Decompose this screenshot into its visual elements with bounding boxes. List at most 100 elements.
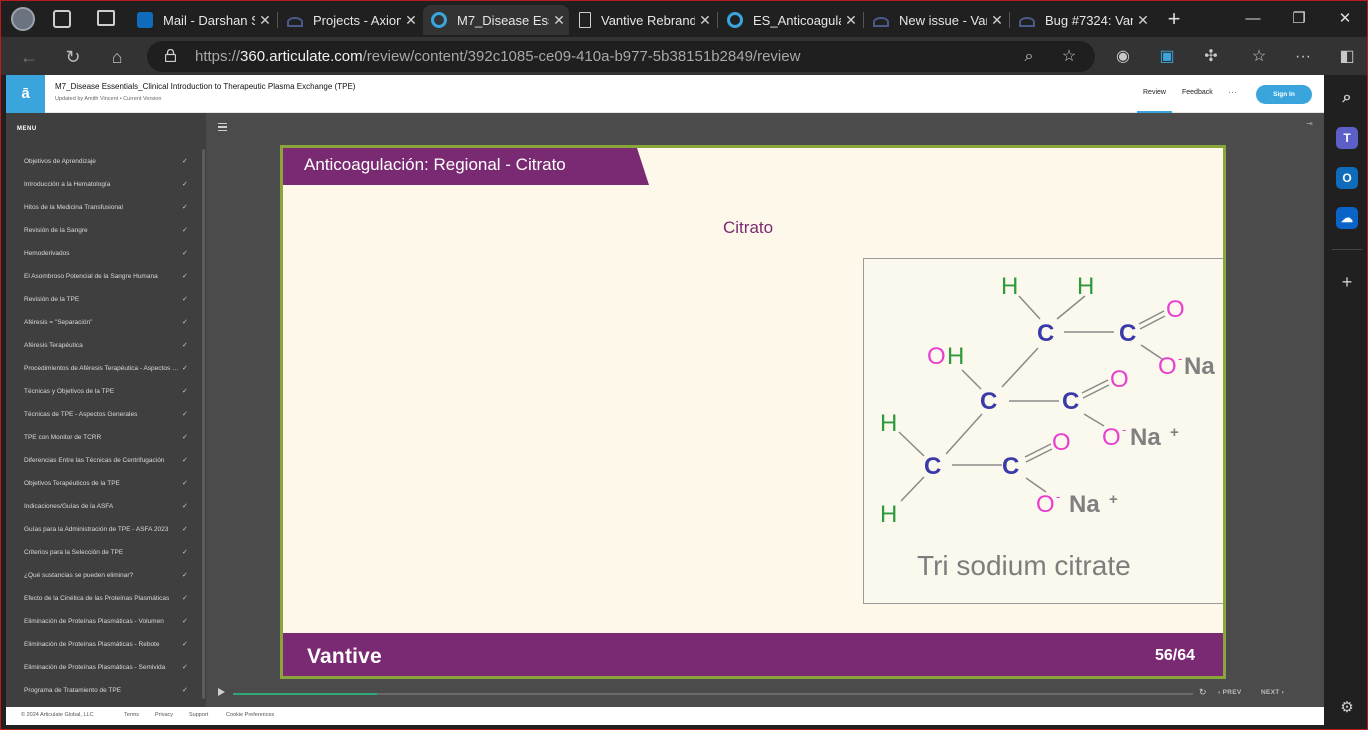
tab-bug-7324[interactable]: Bug #7324: Vant ✕ bbox=[1011, 5, 1153, 35]
menu-item[interactable]: Técnicas de TPE - Aspectos Generales ✓ bbox=[6, 403, 200, 426]
close-icon[interactable]: ✕ bbox=[401, 12, 421, 29]
workspaces-icon[interactable] bbox=[53, 10, 71, 28]
menu-item[interactable]: Procedimientos de Aféresis Terapéutica -… bbox=[6, 357, 200, 380]
tab-m7-disease[interactable]: M7_Disease Esse ✕ bbox=[423, 5, 569, 35]
menu-item[interactable]: ¿Qué sustancias se pueden eliminar? ✓ bbox=[6, 564, 200, 587]
menu-item[interactable]: Guías para la Administración de TPE - AS… bbox=[6, 518, 200, 541]
copyright-text: © 2024 Articulate Global, LLC bbox=[21, 712, 94, 718]
menu-item[interactable]: Eliminación de Proteínas Plasmáticas - V… bbox=[6, 610, 200, 633]
tab-mail[interactable]: Mail - Darshan S ✕ bbox=[129, 5, 275, 35]
svg-text:O: O bbox=[1110, 366, 1129, 393]
address-bar[interactable]: https://360.articulate.com/review/conten… bbox=[147, 41, 1095, 72]
cookie-preferences-link[interactable]: Cookie Preferences bbox=[226, 712, 274, 718]
refresh-button[interactable]: ↻ bbox=[59, 43, 87, 71]
menu-item[interactable]: Eliminación de Proteínas Plasmáticas - S… bbox=[6, 656, 200, 679]
menu-item[interactable]: El Asombroso Potencial de la Sangre Huma… bbox=[6, 265, 200, 288]
restore-button[interactable]: ❐ bbox=[1277, 5, 1321, 33]
checkmark-icon: ✓ bbox=[182, 204, 188, 211]
azure-devops-icon bbox=[287, 17, 303, 27]
menu-item[interactable]: Hitos de la Medicina Transfusional ✓ bbox=[6, 196, 200, 219]
page-footer: © 2024 Articulate Global, LLC Terms Priv… bbox=[6, 707, 1324, 725]
add-icon[interactable]: + bbox=[1336, 271, 1358, 293]
close-icon[interactable]: ✕ bbox=[987, 12, 1007, 29]
teams-icon[interactable]: T bbox=[1336, 127, 1358, 149]
sidebar-toggle-icon[interactable]: ◧ bbox=[1335, 45, 1359, 69]
menu-item[interactable]: Revisión de la TPE ✓ bbox=[6, 288, 200, 311]
menu-item[interactable]: Revisión de la Sangre ✓ bbox=[6, 219, 200, 242]
zoom-icon[interactable]: ⌕ bbox=[1019, 47, 1039, 67]
settings-more-icon[interactable]: ··· bbox=[1291, 45, 1315, 69]
favorites-icon[interactable]: ☆ bbox=[1247, 45, 1271, 69]
menu-toggle-icon[interactable] bbox=[218, 123, 227, 131]
favorite-star-icon[interactable]: ☆ bbox=[1059, 47, 1079, 67]
back-button[interactable]: ← bbox=[15, 43, 43, 71]
new-tab-button[interactable]: + bbox=[1161, 7, 1187, 33]
menu-item[interactable]: Objetivos Terapéuticos de la TPE ✓ bbox=[6, 472, 200, 495]
outlook-icon[interactable]: O bbox=[1336, 167, 1358, 189]
course-subtitle[interactable]: Updated by Amith Vincent • Current Versi… bbox=[55, 96, 161, 102]
prev-button[interactable]: ‹ PREV bbox=[1218, 689, 1241, 696]
next-button[interactable]: NEXT › bbox=[1261, 689, 1284, 696]
tab-projects[interactable]: Projects - Axiom ✕ bbox=[279, 5, 421, 35]
terms-link[interactable]: Terms bbox=[124, 712, 139, 718]
collapse-panel-icon[interactable]: ⇥ bbox=[1306, 119, 1313, 128]
azure-devops-icon bbox=[873, 17, 889, 27]
home-button[interactable]: ⌂ bbox=[103, 43, 131, 71]
extensions-puzzle-icon[interactable]: ✣ bbox=[1199, 45, 1223, 69]
menu-item[interactable]: Objetivos de Aprendizaje ✓ bbox=[6, 150, 200, 173]
more-options-icon[interactable]: ··· bbox=[1228, 87, 1237, 97]
close-icon[interactable]: ✕ bbox=[695, 12, 715, 29]
menu-item[interactable]: Programa de Tratamiento de TPE ✓ bbox=[6, 679, 200, 702]
menu-item[interactable]: Criterios para la Selección de TPE ✓ bbox=[6, 541, 200, 564]
review-header: ā M7_Disease Essentials_Clinical Introdu… bbox=[6, 75, 1324, 113]
close-icon[interactable]: ✕ bbox=[549, 12, 569, 29]
menu-item[interactable]: Aféresis = "Separación" ✓ bbox=[6, 311, 200, 334]
menu-scrollbar[interactable] bbox=[202, 149, 205, 699]
close-icon[interactable]: ✕ bbox=[1133, 12, 1153, 29]
menu-item[interactable]: Aféresis Terapéutica ✓ bbox=[6, 334, 200, 357]
menu-item[interactable]: Introducción a la Hematología ✓ bbox=[6, 173, 200, 196]
profile-avatar[interactable] bbox=[11, 7, 35, 31]
svg-text:+: + bbox=[1109, 491, 1118, 508]
menu-item[interactable]: Efecto de la Cinética de las Proteínas P… bbox=[6, 587, 200, 610]
svg-text:O: O bbox=[1052, 429, 1071, 456]
menu-item[interactable]: Diferencias Entre las Técnicas de Centri… bbox=[6, 449, 200, 472]
player-controls: ↻ ‹ PREV NEXT › bbox=[206, 681, 1324, 707]
search-icon[interactable]: ⌕ bbox=[1336, 87, 1358, 109]
close-icon[interactable]: ✕ bbox=[255, 12, 275, 29]
privacy-link[interactable]: Privacy bbox=[155, 712, 173, 718]
progress-bar[interactable] bbox=[233, 693, 1193, 695]
lock-icon bbox=[165, 49, 176, 62]
menu-item[interactable]: Hemoderivados ✓ bbox=[6, 242, 200, 265]
checkmark-icon: ✓ bbox=[182, 549, 188, 556]
close-icon[interactable]: ✕ bbox=[841, 12, 861, 29]
menu-item[interactable]: Técnicas y Objetivos de la TPE ✓ bbox=[6, 380, 200, 403]
screenshot-icon[interactable]: ▣ bbox=[1155, 45, 1179, 69]
menu-item[interactable]: Indicaciones/Guías de la ASFA ✓ bbox=[6, 495, 200, 518]
articulate-logo[interactable]: ā bbox=[6, 75, 45, 113]
close-window-button[interactable]: ✕ bbox=[1323, 5, 1367, 33]
menu-item[interactable]: Eliminación de Proteínas Plasmáticas - R… bbox=[6, 633, 200, 656]
onedrive-icon[interactable]: ☁ bbox=[1336, 207, 1358, 229]
menu-item[interactable]: TPE con Monitor de TCRR ✓ bbox=[6, 426, 200, 449]
menu-list: Objetivos de Aprendizaje ✓ Introducción a … bbox=[6, 150, 200, 702]
extension-icon[interactable]: ◉ bbox=[1111, 45, 1135, 69]
support-link[interactable]: Support bbox=[189, 712, 208, 718]
azure-devops-icon bbox=[1019, 17, 1035, 27]
replay-icon[interactable]: ↻ bbox=[1199, 687, 1207, 698]
checkmark-icon: ✓ bbox=[182, 319, 188, 326]
minimize-button[interactable]: — bbox=[1231, 5, 1275, 33]
tab-vantive-rebrand[interactable]: Vantive Rebrand ✕ bbox=[571, 5, 715, 35]
tab-actions-icon[interactable] bbox=[97, 10, 115, 26]
checkmark-icon: ✓ bbox=[182, 664, 188, 671]
tab-review[interactable]: Review bbox=[1137, 89, 1172, 113]
tab-es-anticoagulat[interactable]: ES_Anticoagulat ✕ bbox=[719, 5, 861, 35]
tab-new-issue[interactable]: New issue - Van ✕ bbox=[865, 5, 1007, 35]
checkmark-icon: ✓ bbox=[182, 365, 188, 372]
tab-feedback[interactable]: Feedback bbox=[1182, 89, 1213, 96]
menu-item-label: Técnicas de TPE - Aspectos Generales bbox=[24, 411, 138, 418]
sign-in-button[interactable]: Sign In bbox=[1256, 85, 1312, 104]
gear-icon[interactable]: ⚙ bbox=[1336, 697, 1358, 719]
checkmark-icon: ✓ bbox=[182, 158, 188, 165]
play-icon[interactable] bbox=[218, 688, 225, 696]
